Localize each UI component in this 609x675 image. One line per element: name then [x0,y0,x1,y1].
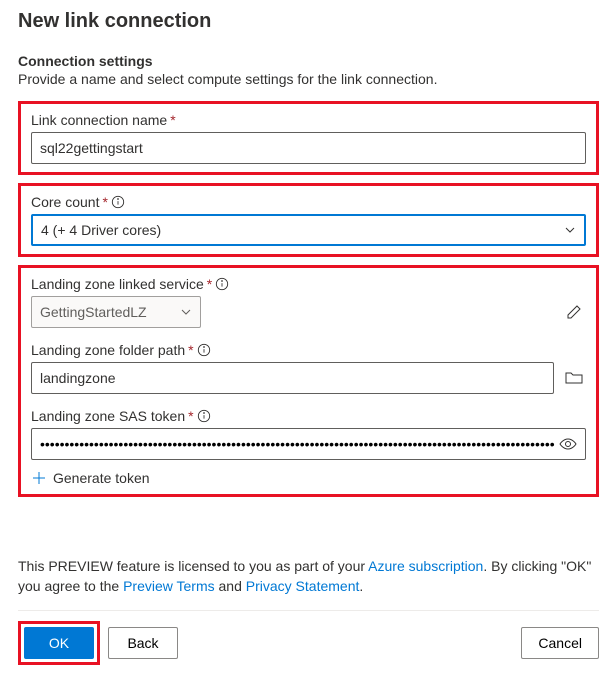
chevron-down-icon [180,306,192,318]
eye-icon [559,437,577,451]
link-name-label: Link connection name * [31,112,586,128]
cancel-button[interactable]: Cancel [521,627,599,659]
link-name-input[interactable] [31,132,586,164]
pencil-icon [566,304,582,320]
footer: OK Back Cancel [18,621,599,665]
edit-service-button[interactable] [562,300,586,324]
lz-folder-input[interactable] [31,362,554,394]
page-title: New link connection [18,10,599,33]
chevron-down-icon [564,224,576,236]
info-icon[interactable] [111,195,125,209]
section-heading: Connection settings [18,53,599,69]
lz-service-select[interactable]: GettingStartedLZ [31,296,201,328]
preview-terms-link[interactable]: Preview Terms [123,578,215,594]
divider [18,610,599,611]
reveal-token-button[interactable] [556,432,580,456]
lz-sas-label: Landing zone SAS token * [31,408,586,424]
section-desc: Provide a name and select compute settin… [18,71,599,87]
preview-notice: This PREVIEW feature is licensed to you … [18,557,599,596]
highlight-ok: OK [18,621,100,665]
info-icon[interactable] [197,409,211,423]
browse-folder-button[interactable] [562,366,586,390]
highlight-landing-zone: Landing zone linked service * GettingSta… [18,265,599,497]
core-count-select[interactable]: 4 (+ 4 Driver cores) [31,214,586,246]
folder-icon [565,370,583,386]
ok-button[interactable]: OK [24,627,94,659]
highlight-link-name: Link connection name * [18,101,599,175]
core-count-label: Core count * [31,194,586,210]
lz-folder-label: Landing zone folder path * [31,342,586,358]
lz-service-label: Landing zone linked service * [31,276,586,292]
azure-subscription-link[interactable]: Azure subscription [368,558,483,574]
highlight-core-count: Core count * 4 (+ 4 Driver cores) [18,183,599,257]
plus-icon [31,470,47,486]
privacy-statement-link[interactable]: Privacy Statement [246,578,360,594]
back-button[interactable]: Back [108,627,178,659]
info-icon[interactable] [197,343,211,357]
info-icon[interactable] [215,277,229,291]
generate-token-button[interactable]: Generate token [31,470,586,486]
lz-sas-input[interactable] [31,428,586,460]
